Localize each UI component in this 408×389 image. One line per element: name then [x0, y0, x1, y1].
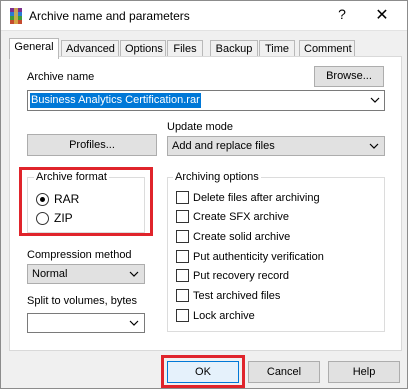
split-volumes-combobox[interactable] [27, 313, 145, 333]
chevron-down-icon [129, 271, 139, 277]
update-mode-selected: Add and replace files [172, 140, 275, 152]
close-button[interactable]: ✕ [373, 5, 391, 25]
help-titlebar-button[interactable]: ? [335, 6, 349, 22]
browse-button[interactable]: Browse... [314, 66, 384, 87]
winrar-app-icon [10, 8, 22, 24]
delete-files-label[interactable]: Delete files after archiving [193, 192, 320, 204]
cancel-button[interactable]: Cancel [248, 361, 320, 383]
help-button[interactable]: Help [328, 361, 400, 383]
create-solid-label[interactable]: Create solid archive [193, 231, 290, 243]
delete-files-checkbox[interactable] [176, 191, 189, 204]
archiving-options-label: Archiving options [173, 171, 261, 183]
archive-name-combobox[interactable]: Business Analytics Certification.rar [27, 90, 385, 111]
archive-name-input[interactable]: Business Analytics Certification.rar [30, 93, 201, 108]
title-bar: Archive name and parameters ? ✕ [1, 1, 407, 31]
authenticity-verification-label[interactable]: Put authenticity verification [193, 251, 324, 263]
ok-button-highlight [161, 355, 245, 388]
create-sfx-checkbox[interactable] [176, 210, 189, 223]
window-title: Archive name and parameters [29, 9, 190, 23]
chevron-down-icon [369, 143, 379, 149]
compression-method-selected: Normal [32, 268, 68, 280]
lock-archive-checkbox[interactable] [176, 309, 189, 322]
compression-method-dropdown[interactable]: Normal [27, 264, 145, 284]
create-solid-checkbox[interactable] [176, 230, 189, 243]
archive-dialog: Archive name and parameters ? ✕ General … [0, 0, 408, 389]
update-mode-dropdown[interactable]: Add and replace files [167, 136, 385, 156]
recovery-record-label[interactable]: Put recovery record [193, 270, 289, 282]
test-archived-label[interactable]: Test archived files [193, 290, 280, 302]
test-archived-checkbox[interactable] [176, 289, 189, 302]
update-mode-label: Update mode [167, 121, 234, 133]
archive-name-label: Archive name [27, 71, 95, 83]
split-volumes-label: Split to volumes, bytes [27, 295, 138, 307]
chevron-down-icon[interactable] [129, 320, 139, 327]
profiles-button[interactable]: Profiles... [27, 134, 157, 156]
chevron-down-icon[interactable] [370, 97, 380, 104]
archive-format-highlight [19, 167, 153, 236]
recovery-record-checkbox[interactable] [176, 269, 189, 282]
create-sfx-label[interactable]: Create SFX archive [193, 211, 289, 223]
authenticity-verification-checkbox[interactable] [176, 250, 189, 263]
lock-archive-label[interactable]: Lock archive [193, 310, 255, 322]
compression-method-label: Compression method [27, 249, 132, 261]
tab-general[interactable]: General [9, 38, 59, 59]
